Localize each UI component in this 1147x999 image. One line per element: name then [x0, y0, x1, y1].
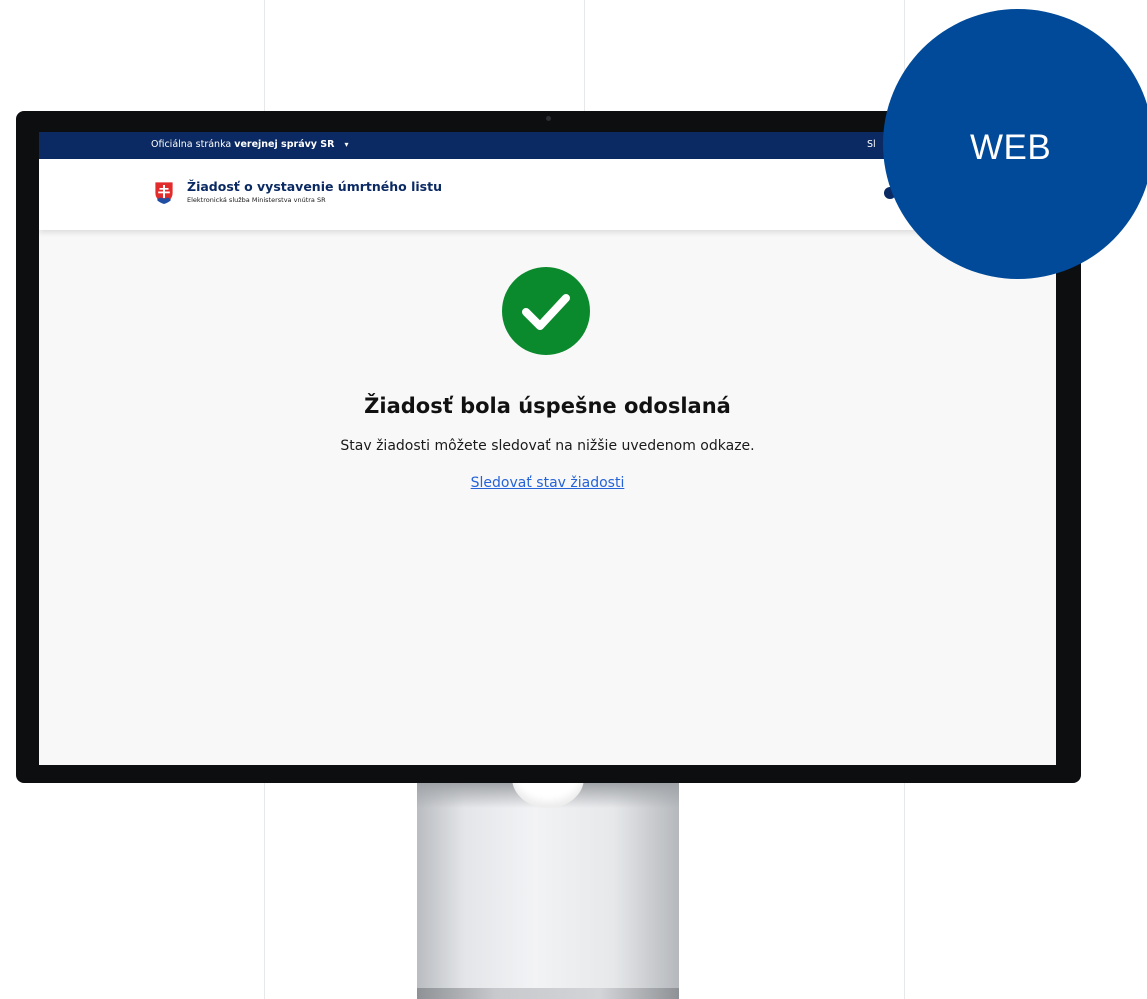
- gov-bar-bold: verejnej správy SR: [234, 139, 335, 150]
- camera-dot: [546, 116, 551, 121]
- browser-screen: Oficiálna stránka verejnej správy SR ▾ S…: [39, 132, 1056, 765]
- caret-down-icon: ▾: [344, 140, 349, 149]
- gov-bar-right-text[interactable]: Sl: [867, 139, 876, 150]
- service-subtitle: Elektronická služba Ministerstva vnútra …: [187, 196, 326, 204]
- service-title[interactable]: Žiadosť o vystavenie úmrtného listu: [187, 179, 442, 194]
- slovak-coat-of-arms-icon[interactable]: [154, 181, 174, 205]
- success-text: Stav žiadosti môžete sledovať na nižšie …: [340, 438, 755, 454]
- success-heading: Žiadosť bola úspešne odoslaná: [364, 394, 731, 418]
- gov-bar-toggle[interactable]: Oficiálna stránka verejnej správy SR ▾: [151, 139, 349, 150]
- monitor-stand-base: [417, 988, 679, 999]
- gov-bar-prefix: Oficiálna stránka: [151, 139, 232, 150]
- track-status-link[interactable]: Sledovať stav žiadosti: [39, 475, 1056, 491]
- check-circle-icon: [502, 267, 590, 355]
- web-badge-label: WEB: [970, 128, 1052, 167]
- monitor-stand: [417, 782, 679, 999]
